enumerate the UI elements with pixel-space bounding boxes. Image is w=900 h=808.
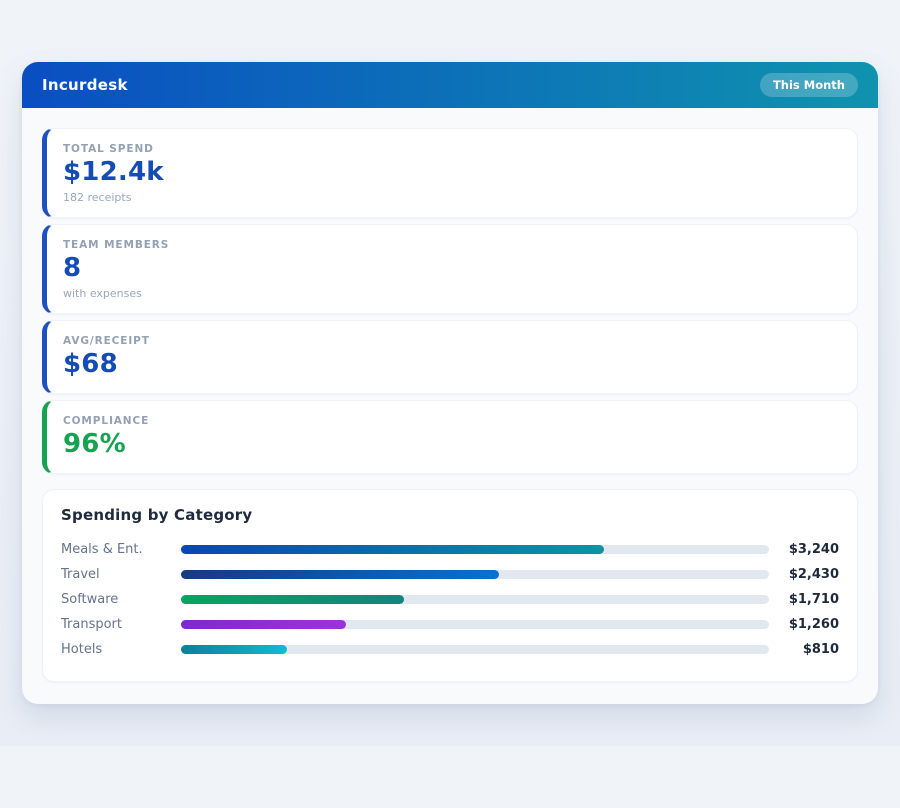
category-bar-fill [181,545,604,554]
stat-card: COMPLIANCE 96% [42,400,858,474]
category-bar-fill [181,645,287,654]
category-row: Travel $2,430 [61,562,839,587]
app-title: Incurdesk [42,76,128,94]
category-value: $1,260 [769,617,839,632]
category-bar-track [181,620,769,629]
dashboard-card: Incurdesk This Month TOTAL SPEND $12.4k … [22,62,878,704]
stat-sub: with expenses [63,286,841,301]
category-bar-fill [181,595,404,604]
category-label: Meals & Ent. [61,542,181,557]
stat-card: TEAM MEMBERS 8 with expenses [42,224,858,314]
category-row: Meals & Ent. $3,240 [61,537,839,562]
category-label: Travel [61,567,181,582]
chart-title: Spending by Category [61,506,839,524]
category-bar-track [181,545,769,554]
stat-label: TEAM MEMBERS [63,238,841,252]
stat-label: TOTAL SPEND [63,142,841,156]
category-bar-track [181,570,769,579]
app-body: TOTAL SPEND $12.4k 182 receipts TEAM MEM… [22,108,878,704]
category-row: Hotels $810 [61,637,839,662]
category-bar-fill [181,620,346,629]
period-badge[interactable]: This Month [760,73,858,97]
stat-card: AVG/RECEIPT $68 [42,320,858,394]
stat-label: COMPLIANCE [63,414,841,428]
category-value: $3,240 [769,542,839,557]
category-bar-fill [181,570,499,579]
stat-value: 8 [63,252,841,285]
category-label: Transport [61,617,181,632]
stat-value: $68 [63,348,841,381]
category-value: $1,710 [769,592,839,607]
category-label: Software [61,592,181,607]
category-label: Hotels [61,642,181,657]
stat-label: AVG/RECEIPT [63,334,841,348]
spending-by-category-card: Spending by Category Meals & Ent. $3,240… [42,489,858,682]
category-value: $810 [769,642,839,657]
stat-value: $12.4k [63,156,841,189]
stat-card: TOTAL SPEND $12.4k 182 receipts [42,128,858,218]
category-row: Software $1,710 [61,587,839,612]
stat-sub: 182 receipts [63,190,841,205]
app-header: Incurdesk This Month [22,62,878,108]
category-bar-track [181,595,769,604]
category-value: $2,430 [769,567,839,582]
category-bar-track [181,645,769,654]
category-row: Transport $1,260 [61,612,839,637]
stat-value: 96% [63,428,841,461]
category-list: Meals & Ent. $3,240 Travel $2,430 Softwa… [61,537,839,662]
